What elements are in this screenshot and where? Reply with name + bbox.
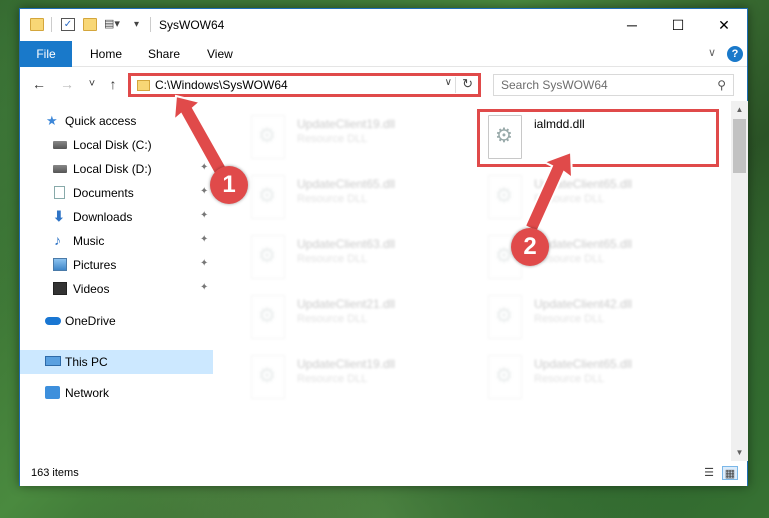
step-2-badge: 2 [511,228,549,266]
annotation-arrows [172,94,574,234]
arrow-step-2 [523,150,574,234]
arrow-step-1 [172,94,230,179]
step-1-badge: 1 [210,166,248,204]
